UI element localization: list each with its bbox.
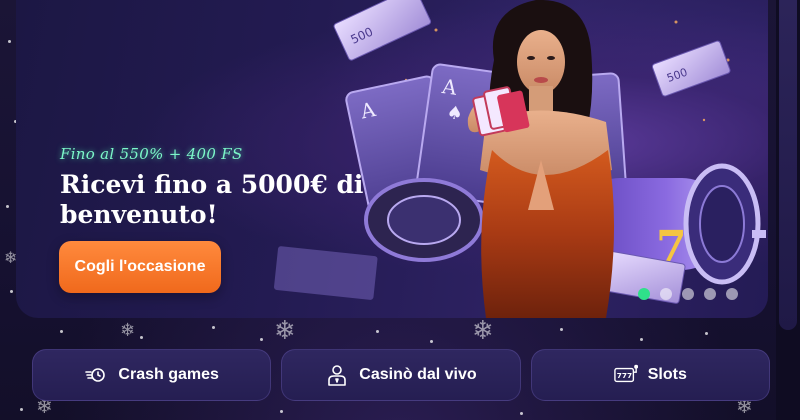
carousel-dot-1[interactable] <box>638 288 650 300</box>
snowflake-icon: ❄ <box>120 320 136 341</box>
snow-dot <box>376 330 379 333</box>
snow-dot <box>560 328 563 331</box>
snow-dot <box>212 326 215 329</box>
carousel-dot-4[interactable] <box>704 288 716 300</box>
snow-dot <box>430 340 433 343</box>
claim-offer-button[interactable]: Cogli l'occasione <box>59 241 221 293</box>
category-crash-games-label: Crash games <box>118 366 219 383</box>
snowflake-icon: ❄ <box>274 316 296 346</box>
snow-dot <box>640 338 643 341</box>
snow-dot <box>280 410 283 413</box>
svg-text:♠: ♠ <box>445 102 464 125</box>
live-dealer-icon <box>325 363 349 387</box>
snow-dot <box>8 40 11 43</box>
category-live-casino-button[interactable]: Casinò dal vivo <box>281 349 521 401</box>
snow-dot <box>260 338 263 341</box>
snow-dot <box>6 205 9 208</box>
snow-dot <box>10 290 13 293</box>
category-nav: Crash games Casinò dal vivo 777 Slots <box>32 349 770 401</box>
hero-headline: Ricevi fino a 5000€ di benvenuto! <box>60 170 364 229</box>
category-slots-button[interactable]: 777 Slots <box>530 349 770 401</box>
snow-dot <box>520 412 523 415</box>
slot-777-icon: 777 <box>613 363 638 387</box>
category-slots-label: Slots <box>647 366 687 383</box>
side-panel-edge <box>776 0 800 420</box>
svg-text:777: 777 <box>617 371 632 380</box>
category-crash-games-button[interactable]: Crash games <box>32 349 272 401</box>
promo-bonus-tag: Fino al 550% + 400 FS <box>60 145 243 163</box>
side-scroll-thumb[interactable] <box>779 0 797 330</box>
rocket-speed-icon <box>84 363 108 387</box>
category-live-casino-label: Casinò dal vivo <box>359 366 477 383</box>
carousel-dot-2[interactable] <box>660 288 672 300</box>
snowflake-icon: ❄ <box>472 316 494 346</box>
snow-dot <box>20 408 23 411</box>
carousel-pagination <box>638 288 738 300</box>
carousel-dot-3[interactable] <box>682 288 694 300</box>
promo-hero-banner[interactable]: A A ♠ 7 500 500 Fino al 550% + 400 FS Ri… <box>16 0 768 318</box>
casino-home-page: ❄ ❄ ❄ ❄ ❄ ❄ A A ♠ 7 500 500 Fino al 550%… <box>0 0 800 420</box>
snow-dot <box>705 332 708 335</box>
snow-dot <box>60 330 63 333</box>
snow-dot <box>140 336 143 339</box>
carousel-dot-5[interactable] <box>726 288 738 300</box>
